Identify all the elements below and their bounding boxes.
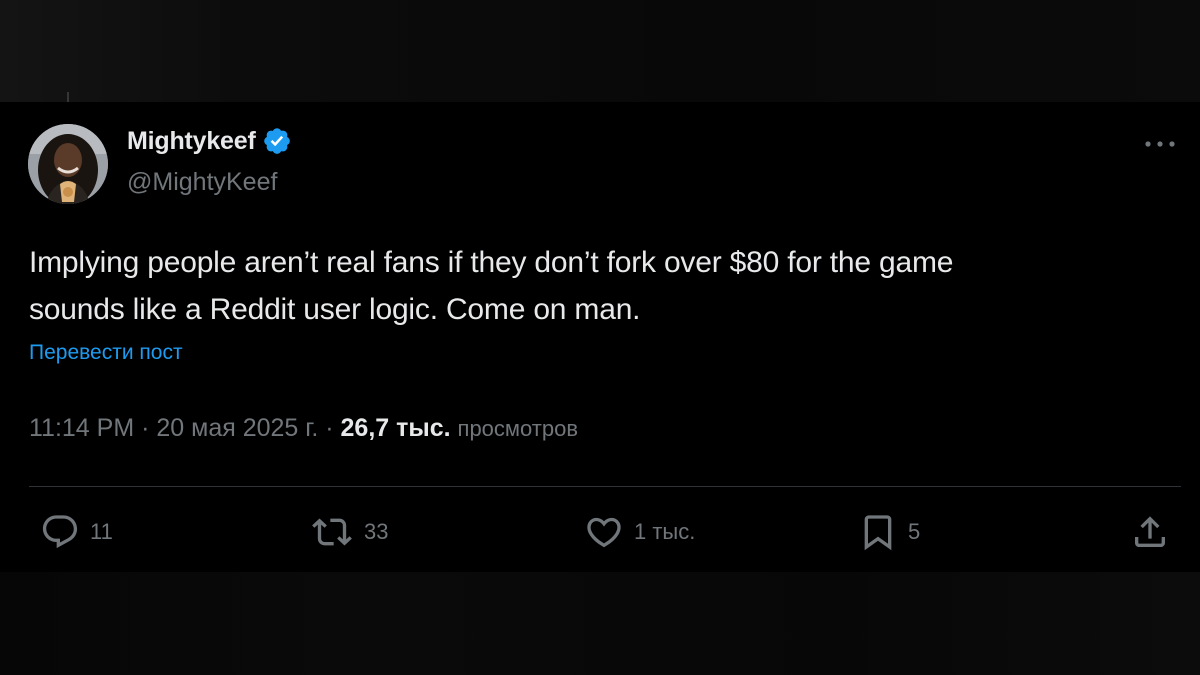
next-area — [0, 572, 1200, 675]
tweet-screenshot: Mightykeef @MightyKeef Implying people a… — [0, 0, 1200, 675]
tweet-text-line-1: Implying people aren’t real fans if they… — [29, 246, 954, 279]
share-icon — [1130, 512, 1170, 552]
heart-icon — [584, 512, 624, 552]
translate-post-link[interactable]: Перевести пост — [29, 341, 183, 365]
bookmark-count: 5 — [908, 519, 921, 544]
avatar-image — [28, 124, 108, 204]
repost-count: 33 — [364, 519, 389, 544]
reply-button[interactable]: 11 — [40, 512, 113, 552]
verified-badge-icon — [262, 126, 292, 156]
reply-count: 11 — [90, 519, 113, 544]
previous-tweet-area — [0, 0, 1200, 102]
bookmark-button[interactable]: 5 — [858, 512, 920, 552]
repost-icon — [310, 512, 354, 552]
author-display-name[interactable]: Mightykeef — [127, 127, 256, 156]
bookmark-icon — [858, 512, 898, 552]
share-button[interactable] — [1130, 512, 1170, 552]
repost-button[interactable]: 33 — [310, 512, 388, 552]
tweet-text-line-2: sounds like a Reddit user logic. Come on… — [29, 293, 641, 326]
tweet-time[interactable]: 11:14 PM — [29, 414, 134, 442]
tweet-date[interactable]: 20 мая 2025 г. — [156, 414, 318, 442]
author-name-row[interactable]: Mightykeef — [127, 126, 292, 156]
more-dots-icon[interactable] — [1140, 132, 1180, 156]
meta-separator: · — [141, 414, 150, 442]
like-button[interactable]: 1 тыс. — [584, 512, 695, 552]
like-count: 1 тыс. — [634, 519, 696, 544]
views-count[interactable]: 26,7 тыс. — [341, 414, 451, 442]
divider — [29, 486, 1181, 487]
views-label: просмотров — [457, 416, 579, 441]
meta-separator: · — [325, 414, 334, 442]
tweet-meta: 11:14 PM · 20 мая 2025 г. · 26,7 тыс. пр… — [29, 414, 578, 443]
avatar[interactable] — [28, 124, 108, 204]
reply-icon — [40, 512, 80, 552]
tweet-text: Implying people aren’t real fans if they… — [29, 239, 1179, 333]
author-handle[interactable]: @MightyKeef — [127, 168, 277, 197]
